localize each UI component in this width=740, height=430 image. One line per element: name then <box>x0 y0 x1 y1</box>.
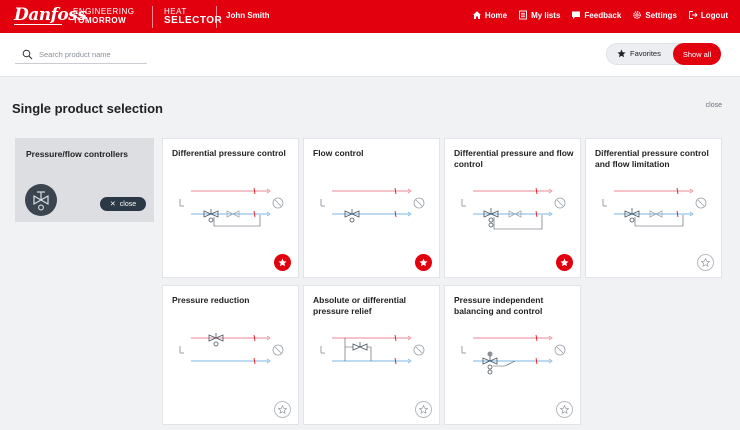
product-title: Pressure reduction <box>172 295 250 305</box>
favorites-label: Favorites <box>630 49 661 58</box>
header-nav: Home My lists Feedback Settings Logout <box>472 10 728 20</box>
product-title: Flow control <box>313 148 364 158</box>
close-link[interactable]: close <box>706 102 722 109</box>
category-panel: Pressure/flow controllers ✕ close <box>15 138 154 222</box>
product-title: Differential pressure control and flow l… <box>595 148 709 169</box>
close-icon: ✕ <box>109 201 116 208</box>
tagline-line2: TOMORROW <box>73 16 127 25</box>
header-divider <box>152 6 153 28</box>
category-label: Pressure/flow controllers <box>26 149 129 159</box>
page-title: Single product selection <box>12 101 163 116</box>
favorite-toggle[interactable] <box>415 254 432 271</box>
search-input[interactable] <box>39 50 139 59</box>
product-title: Differential pressure and flow control <box>454 148 574 169</box>
user-name[interactable]: John Smith <box>226 11 270 20</box>
product-card[interactable]: Differential pressure and flow control <box>444 138 581 278</box>
show-all-button[interactable]: Show all <box>673 43 721 65</box>
flow-diagram-icon <box>461 334 566 375</box>
star-outline-icon <box>419 405 428 414</box>
nav-feedback-label: Feedback <box>584 10 622 20</box>
logout-icon <box>688 11 698 19</box>
tagline-line1: ENGINEERING <box>73 7 135 16</box>
nav-logout[interactable]: Logout <box>688 10 728 20</box>
product-title: Absolute or differential pressure relief <box>313 295 407 316</box>
product-card[interactable]: Absolute or differential pressure relief <box>303 285 440 425</box>
list-icon <box>519 10 528 20</box>
search-toolbar: Favorites Show all <box>0 33 740 77</box>
category-close-button[interactable]: ✕ close <box>100 197 146 211</box>
search-icon <box>22 49 33 60</box>
product-title: Pressure independent balancing and contr… <box>454 295 544 316</box>
nav-logout-label: Logout <box>700 10 728 20</box>
star-icon <box>278 258 287 267</box>
star-icon <box>419 258 428 267</box>
flow-diagram-icon <box>461 187 566 230</box>
flow-diagram-icon <box>320 187 425 223</box>
header-divider <box>216 6 217 28</box>
flow-diagram-icon <box>320 334 425 365</box>
flow-diagram-icon <box>179 187 284 227</box>
product-card[interactable]: Differential pressure control and flow l… <box>585 138 722 278</box>
star-outline-icon <box>278 405 287 414</box>
favorite-toggle[interactable] <box>556 254 573 271</box>
product-title: Differential pressure control <box>172 148 286 158</box>
star-outline-icon <box>560 405 569 414</box>
nav-feedback[interactable]: Feedback <box>571 10 621 20</box>
chat-bubble-icon <box>572 11 581 19</box>
favorite-toggle[interactable] <box>274 401 291 418</box>
top-bar: Danfoss ENGINEERING TOMORROW HEAT SELECT… <box>0 0 740 33</box>
nav-my-lists[interactable]: My lists <box>518 10 560 20</box>
favorite-toggle[interactable] <box>415 401 432 418</box>
favorites-toggle: Favorites Show all <box>606 43 721 65</box>
nav-my-lists-label: My lists <box>531 10 561 20</box>
favorite-toggle[interactable] <box>556 401 573 418</box>
gear-icon <box>633 11 642 19</box>
flow-diagram-icon <box>179 333 284 365</box>
product-card[interactable]: Flow control <box>303 138 440 278</box>
category-close-label: close <box>119 200 137 208</box>
app-name-line2: SELECTOR <box>164 15 223 26</box>
search-box[interactable] <box>15 46 147 64</box>
flow-diagram-icon <box>602 187 707 227</box>
home-icon <box>472 11 481 19</box>
nav-home-label: Home <box>484 10 508 20</box>
nav-settings[interactable]: Settings <box>632 10 677 20</box>
app-name: HEAT SELECTOR <box>164 7 223 26</box>
favorites-button[interactable]: Favorites <box>617 49 661 58</box>
product-card[interactable]: Pressure reduction <box>162 285 299 425</box>
nav-settings-label: Settings <box>645 10 677 20</box>
valve-icon <box>25 184 57 216</box>
star-outline-icon <box>701 258 710 267</box>
favorite-toggle[interactable] <box>697 254 714 271</box>
tagline: ENGINEERING TOMORROW <box>73 7 135 25</box>
star-icon <box>560 258 569 267</box>
product-card[interactable]: Pressure independent balancing and contr… <box>444 285 581 425</box>
product-card[interactable]: Differential pressure control <box>162 138 299 278</box>
favorite-toggle[interactable] <box>274 254 291 271</box>
logo-underline <box>14 24 62 25</box>
star-icon <box>617 49 626 58</box>
nav-home[interactable]: Home <box>472 10 507 20</box>
